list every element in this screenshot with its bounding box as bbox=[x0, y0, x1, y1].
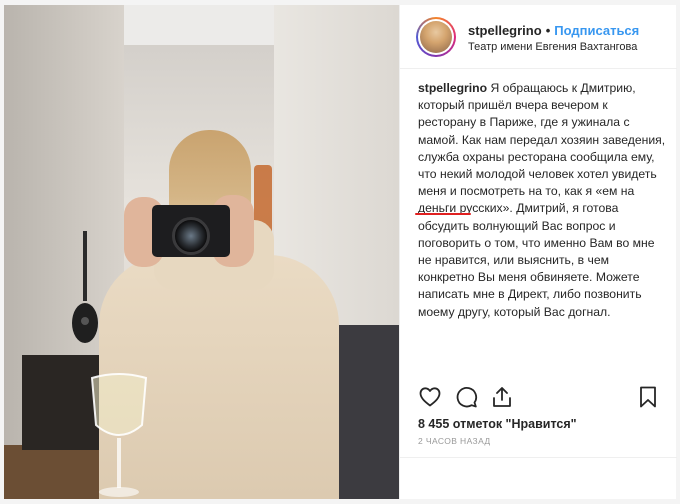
likes-count[interactable]: 8 455 отметок "Нравится" bbox=[418, 417, 577, 431]
photo-camera-lens bbox=[172, 217, 210, 255]
follow-button[interactable]: Подписаться bbox=[554, 23, 639, 38]
divider bbox=[400, 457, 677, 458]
post-photo[interactable] bbox=[4, 5, 399, 499]
bookmark-icon[interactable] bbox=[636, 385, 660, 409]
post-header: stpellegrino • Подписаться Театр имени Евг… bbox=[400, 5, 677, 69]
guitar-graphic bbox=[72, 231, 98, 343]
post-caption: stpellegrino Я обращаюсь к Дмитрию, кото… bbox=[418, 80, 668, 321]
avatar[interactable] bbox=[416, 17, 456, 57]
post-timestamp: 2 ЧАСОВ НАЗАД bbox=[418, 436, 491, 446]
post-side-panel: stpellegrino • Подписаться Театр имени Евг… bbox=[399, 5, 677, 499]
comment-icon[interactable] bbox=[454, 385, 478, 409]
avatar-image bbox=[420, 21, 452, 53]
post-actions bbox=[414, 385, 664, 411]
username-link[interactable]: stpellegrino bbox=[468, 23, 542, 38]
wine-glass-graphic bbox=[90, 373, 148, 497]
caption-username[interactable]: stpellegrino bbox=[418, 81, 487, 95]
post-frame: stpellegrino • Подписаться Театр имени Евг… bbox=[0, 0, 680, 504]
caption-mention: Дмитрий bbox=[516, 201, 566, 216]
separator-dot: • bbox=[545, 23, 551, 38]
caption-text-part1: Я обращаюсь к Дмитрию, который пришёл вч… bbox=[418, 81, 666, 216]
location-link[interactable]: Театр имени Евгения Вахтангова bbox=[468, 41, 637, 53]
heart-icon[interactable] bbox=[418, 385, 442, 409]
red-underline-highlight bbox=[415, 213, 471, 215]
share-icon[interactable] bbox=[490, 385, 514, 409]
caption-text-part2: , я готова обсудить волнующий Вас вопрос… bbox=[418, 201, 655, 319]
username-row: stpellegrino • Подписаться bbox=[468, 23, 639, 38]
